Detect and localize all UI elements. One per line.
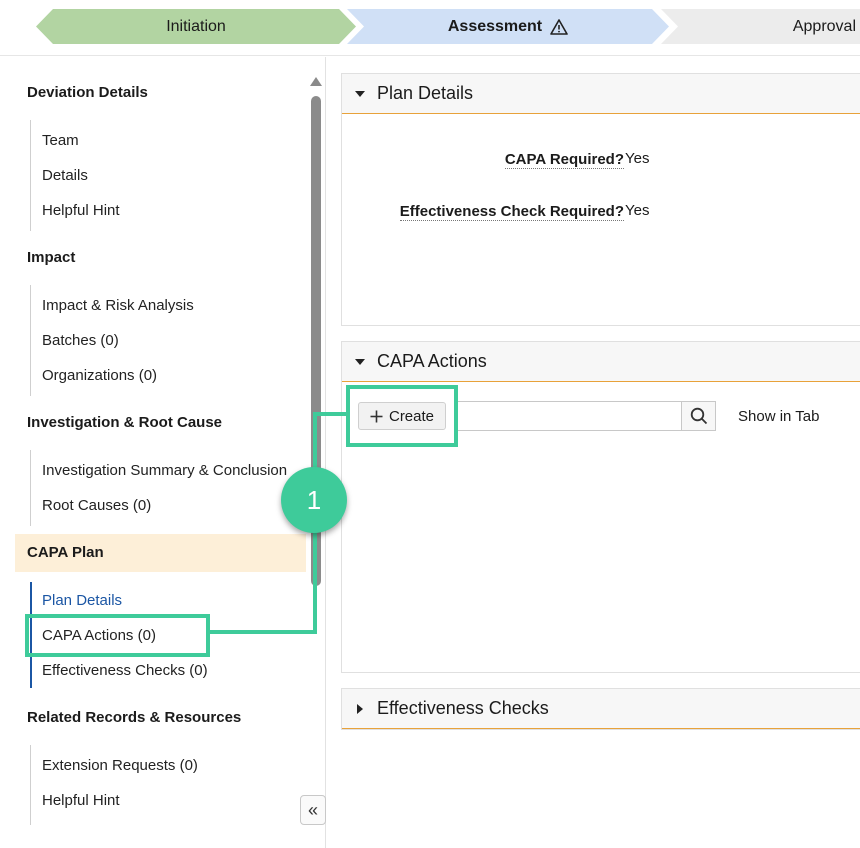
warning-icon: [550, 19, 568, 35]
sidebar-item-root-causes[interactable]: Root Causes (0): [42, 497, 151, 514]
caret-down-icon: [342, 358, 377, 365]
sidebar-item-impact-risk[interactable]: Impact & Risk Analysis: [42, 297, 194, 314]
stage-assessment[interactable]: Assessment: [347, 9, 669, 44]
section-group-line: [30, 120, 32, 231]
highlight-capa-actions-nav: [25, 614, 210, 657]
stage-initiation[interactable]: Initiation: [36, 9, 356, 44]
caret-right-icon: [342, 703, 377, 714]
stage-label: Approval: [792, 17, 856, 35]
search-button[interactable]: [681, 401, 716, 431]
scroll-up-arrow-icon[interactable]: [310, 77, 322, 86]
sidebar-item-plan-details[interactable]: Plan Details: [42, 592, 122, 609]
effectiveness-checks-panel: Effectiveness Checks: [341, 688, 860, 730]
sidebar-item-batches[interactable]: Batches (0): [42, 332, 119, 349]
section-group-line: [30, 450, 32, 526]
sidebar-item-helpful-hint-2[interactable]: Helpful Hint: [42, 792, 120, 809]
search-icon: [690, 407, 707, 425]
section-title-impact[interactable]: Impact: [27, 249, 75, 266]
section-group-line: [30, 285, 32, 396]
callout-connector-h1: [209, 630, 317, 634]
double-chevron-left-icon: «: [307, 799, 318, 820]
sidebar-item-effectiveness-checks[interactable]: Effectiveness Checks (0): [42, 662, 208, 679]
step-number-badge: 1: [281, 467, 347, 533]
sidebar-item-details[interactable]: Details: [42, 167, 88, 184]
stage-label: Initiation: [166, 17, 226, 35]
section-title-deviation-details[interactable]: Deviation Details: [27, 84, 148, 101]
panel-title: CAPA Actions: [377, 351, 487, 371]
section-group-line: [30, 745, 32, 825]
search-input[interactable]: [454, 401, 682, 431]
collapse-sidebar-button[interactable]: «: [300, 795, 326, 825]
sidebar-item-organizations[interactable]: Organizations (0): [42, 367, 157, 384]
sidebar-item-extension-requests[interactable]: Extension Requests (0): [42, 757, 198, 774]
stage-label: Assessment: [447, 17, 543, 35]
sidebar-item-investigation-summary[interactable]: Investigation Summary & Conclusion: [42, 462, 287, 479]
sidebar-navigation: Deviation Details Team Details Helpful H…: [0, 57, 326, 848]
workflow-progress-bar: Initiation Assessment Approval: [0, 0, 860, 56]
panel-title: Plan Details: [377, 83, 474, 103]
plan-details-panel: Plan Details CAPA Required? Yes Effectiv…: [341, 73, 860, 326]
effectiveness-check-required-value: Yes: [625, 202, 650, 219]
callout-connector-h2: [313, 412, 348, 416]
sidebar-item-helpful-hint[interactable]: Helpful Hint: [42, 202, 120, 219]
sidebar-item-team[interactable]: Team: [42, 132, 79, 149]
stage-approval[interactable]: Approval: [661, 9, 860, 44]
effectiveness-checks-header[interactable]: Effectiveness Checks: [342, 689, 860, 729]
effectiveness-check-required-label: Effectiveness Check Required?: [399, 203, 624, 221]
highlight-create-button: [346, 385, 458, 447]
section-title-investigation[interactable]: Investigation & Root Cause: [27, 414, 222, 431]
panel-title: Effectiveness Checks: [377, 698, 549, 718]
capa-required-value: Yes: [625, 150, 650, 167]
section-title-related-records[interactable]: Related Records & Resources: [27, 709, 241, 726]
section-title-capa-plan[interactable]: CAPA Plan: [27, 544, 104, 561]
plan-details-header[interactable]: Plan Details: [342, 74, 860, 114]
capa-required-label: CAPA Required?: [504, 151, 624, 169]
show-in-tab-link[interactable]: Show in Tab: [738, 408, 819, 425]
capa-actions-header[interactable]: CAPA Actions: [342, 342, 860, 382]
caret-down-icon: [342, 90, 377, 97]
